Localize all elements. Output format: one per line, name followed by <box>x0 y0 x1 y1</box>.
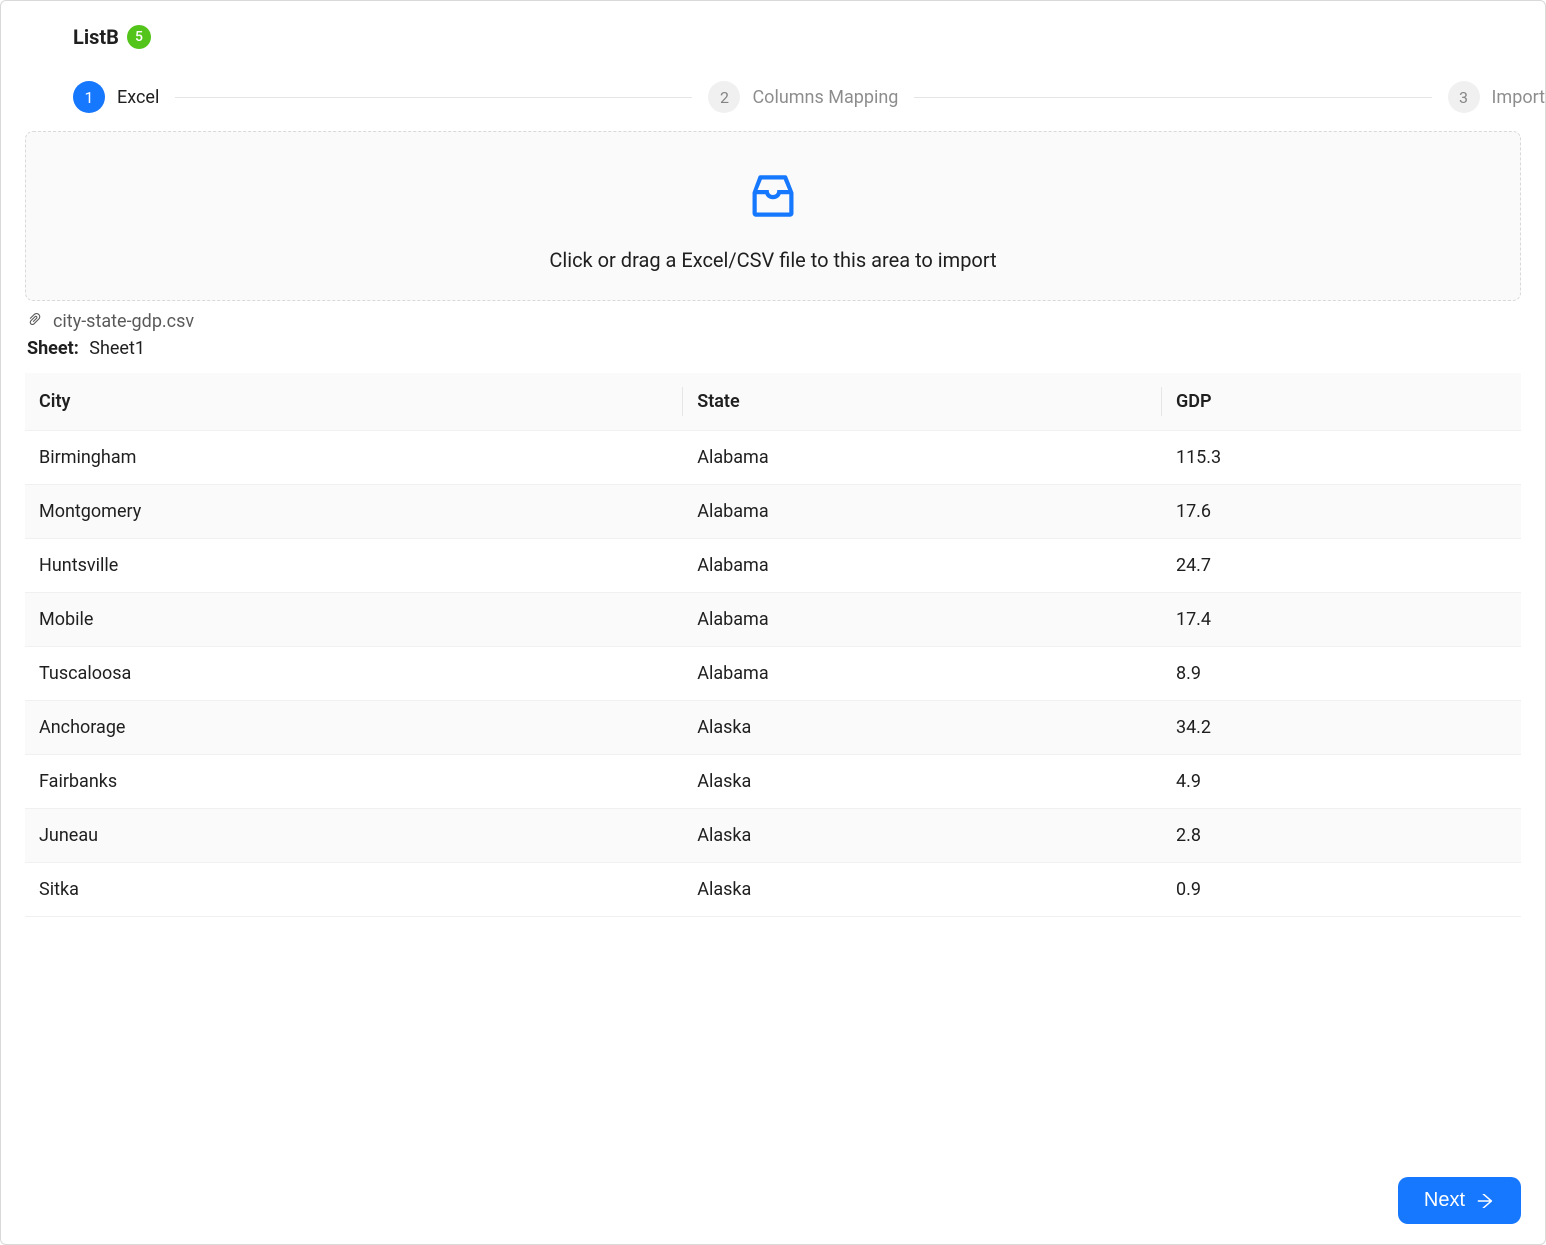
preview-table: City State GDP BirminghamAlabama115.3Mon… <box>25 373 1521 917</box>
cell-state: Alaska <box>683 755 1162 809</box>
cell-gdp: 8.9 <box>1162 647 1521 701</box>
table-row: SitkaAlaska0.9 <box>25 863 1521 917</box>
column-header-city[interactable]: City <box>25 373 683 431</box>
cell-gdp: 0.9 <box>1162 863 1521 917</box>
cell-state: Alabama <box>683 647 1162 701</box>
cell-gdp: 2.8 <box>1162 809 1521 863</box>
step-label: Excel <box>117 87 159 108</box>
cell-city: Anchorage <box>25 701 683 755</box>
table-row: JuneauAlaska2.8 <box>25 809 1521 863</box>
next-button-label: Next <box>1424 1189 1465 1212</box>
step-columns-mapping[interactable]: 2 Columns Mapping <box>708 81 898 113</box>
cell-state: Alabama <box>683 593 1162 647</box>
table-row: AnchorageAlaska34.2 <box>25 701 1521 755</box>
cell-state: Alaska <box>683 701 1162 755</box>
cell-city: Huntsville <box>25 539 683 593</box>
step-label: Import <box>1492 87 1545 108</box>
sheet-label: Sheet: <box>27 338 79 359</box>
panel-title: ListB <box>73 25 119 49</box>
file-drop-zone[interactable]: Click or drag a Excel/CSV file to this a… <box>25 131 1521 301</box>
drop-zone-hint: Click or drag a Excel/CSV file to this a… <box>42 248 1504 272</box>
cell-city: Fairbanks <box>25 755 683 809</box>
record-count-badge: 5 <box>127 25 151 49</box>
table-row: MobileAlabama17.4 <box>25 593 1521 647</box>
step-import[interactable]: 3 Import <box>1448 81 1545 113</box>
cell-city: Tuscaloosa <box>25 647 683 701</box>
column-header-state[interactable]: State <box>683 373 1162 431</box>
cell-gdp: 24.7 <box>1162 539 1521 593</box>
step-number: 1 <box>73 81 105 113</box>
wizard-footer: Next <box>25 1177 1521 1224</box>
cell-gdp: 34.2 <box>1162 701 1521 755</box>
inbox-icon <box>745 212 801 228</box>
cell-city: Birmingham <box>25 431 683 485</box>
wizard-scroll-area[interactable]: Click or drag a Excel/CSV file to this a… <box>25 131 1521 1011</box>
cell-gdp: 115.3 <box>1162 431 1521 485</box>
cell-city: Sitka <box>25 863 683 917</box>
column-header-gdp[interactable]: GDP <box>1162 373 1521 431</box>
arrow-right-icon <box>1475 1191 1495 1211</box>
table-row: FairbanksAlaska4.9 <box>25 755 1521 809</box>
table-row: HuntsvilleAlabama24.7 <box>25 539 1521 593</box>
panel-header: ListB 5 <box>1 1 1545 57</box>
table-row: TuscaloosaAlabama8.9 <box>25 647 1521 701</box>
cell-state: Alabama <box>683 485 1162 539</box>
table-row: BirminghamAlabama115.3 <box>25 431 1521 485</box>
step-divider <box>914 97 1431 98</box>
wizard-steps: 1 Excel 2 Columns Mapping 3 Import <box>1 57 1545 131</box>
cell-city: Montgomery <box>25 485 683 539</box>
sheet-row: Sheet: Sheet1 <box>25 336 1521 373</box>
sheet-name: Sheet1 <box>89 338 145 359</box>
step-excel[interactable]: 1 Excel <box>73 81 159 113</box>
paperclip-icon <box>27 311 43 332</box>
uploaded-file-name: city-state-gdp.csv <box>53 311 194 332</box>
cell-state: Alaska <box>683 809 1162 863</box>
step-divider <box>175 97 692 98</box>
cell-state: Alabama <box>683 431 1162 485</box>
cell-gdp: 17.6 <box>1162 485 1521 539</box>
table-row: MontgomeryAlabama17.6 <box>25 485 1521 539</box>
import-wizard-panel: ListB 5 1 Excel 2 Columns Mapping 3 Impo… <box>0 0 1546 1245</box>
uploaded-file-item[interactable]: city-state-gdp.csv <box>25 301 1521 336</box>
step-number: 3 <box>1448 81 1480 113</box>
cell-gdp: 17.4 <box>1162 593 1521 647</box>
cell-state: Alaska <box>683 863 1162 917</box>
step-number: 2 <box>708 81 740 113</box>
cell-city: Mobile <box>25 593 683 647</box>
cell-city: Juneau <box>25 809 683 863</box>
cell-gdp: 4.9 <box>1162 755 1521 809</box>
cell-state: Alabama <box>683 539 1162 593</box>
step-label: Columns Mapping <box>752 87 898 108</box>
next-button[interactable]: Next <box>1398 1177 1521 1224</box>
table-header-row: City State GDP <box>25 373 1521 431</box>
